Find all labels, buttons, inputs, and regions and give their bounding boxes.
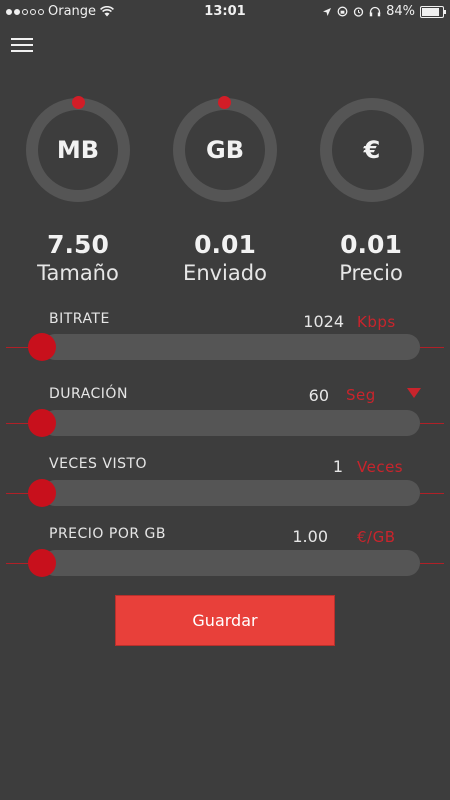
sent-stat: 0.01 Enviado — [160, 230, 290, 286]
views-unit: Veces — [357, 458, 404, 476]
size-stat: 7.50 Tamaño — [13, 230, 143, 286]
bitrate-unit: Kbps — [357, 313, 396, 331]
price-value: 0.01 — [340, 230, 402, 259]
duration-slider-thumb[interactable] — [28, 409, 56, 437]
gb-ring-indicator — [218, 96, 231, 109]
views-label: VECES VISTO — [49, 456, 148, 472]
duration-value: 60 — [308, 386, 329, 405]
duration-range-line-right — [420, 423, 444, 424]
battery-icon — [420, 5, 446, 18]
save-button[interactable]: Guardar — [115, 595, 335, 646]
sent-caption: Enviado — [183, 261, 267, 285]
duration-slider[interactable] — [42, 410, 420, 436]
size-value: 7.50 — [47, 230, 109, 259]
gb-ring: GB — [173, 98, 277, 202]
euro-ring: € — [320, 98, 424, 202]
price-stat: 0.01 Precio — [306, 230, 436, 286]
bitrate-label: BITRATE — [49, 311, 110, 327]
price-caption: Precio — [339, 261, 403, 285]
location-arrow-icon — [323, 7, 332, 16]
views-range-line-right — [420, 493, 444, 494]
euro-ring-label: € — [363, 136, 381, 164]
sent-value: 0.01 — [194, 230, 256, 259]
status-right: 84% — [322, 4, 446, 19]
triangle-down-icon[interactable] — [407, 388, 421, 398]
bitrate-slider[interactable] — [42, 334, 420, 360]
views-slider-thumb[interactable] — [28, 479, 56, 507]
mb-ring-indicator — [72, 96, 85, 109]
bitrate-range-line-right — [420, 347, 444, 348]
views-slider[interactable] — [42, 480, 420, 506]
alarm-clock-icon — [353, 7, 364, 17]
bitrate-slider-thumb[interactable] — [28, 333, 56, 361]
bitrate-value: 1024 — [303, 312, 344, 331]
screen: Orange 13:01 84% MB GB € 7.50 Tamaño 0.0… — [0, 0, 450, 800]
price-per-gb-range-line-right — [420, 563, 444, 564]
duration-label: DURACIÓN — [49, 386, 128, 402]
status-bar: Orange 13:01 84% — [0, 0, 450, 24]
mb-ring: MB — [26, 98, 130, 202]
price-per-gb-slider[interactable] — [42, 550, 420, 576]
size-caption: Tamaño — [37, 261, 119, 285]
price-per-gb-unit: €/GB — [357, 528, 396, 546]
headphones-icon — [369, 6, 381, 17]
price-per-gb-label: PRECIO POR GB — [49, 526, 166, 542]
hamburger-menu-icon[interactable] — [11, 38, 33, 54]
gb-ring-label: GB — [206, 136, 244, 164]
rotation-lock-icon — [337, 6, 348, 17]
battery-percent: 84% — [386, 4, 415, 19]
price-per-gb-value: 1.00 — [292, 527, 328, 546]
views-value: 1 — [332, 457, 343, 476]
price-per-gb-slider-thumb[interactable] — [28, 549, 56, 577]
mb-ring-label: MB — [56, 136, 100, 164]
duration-unit: Seg — [346, 386, 376, 404]
